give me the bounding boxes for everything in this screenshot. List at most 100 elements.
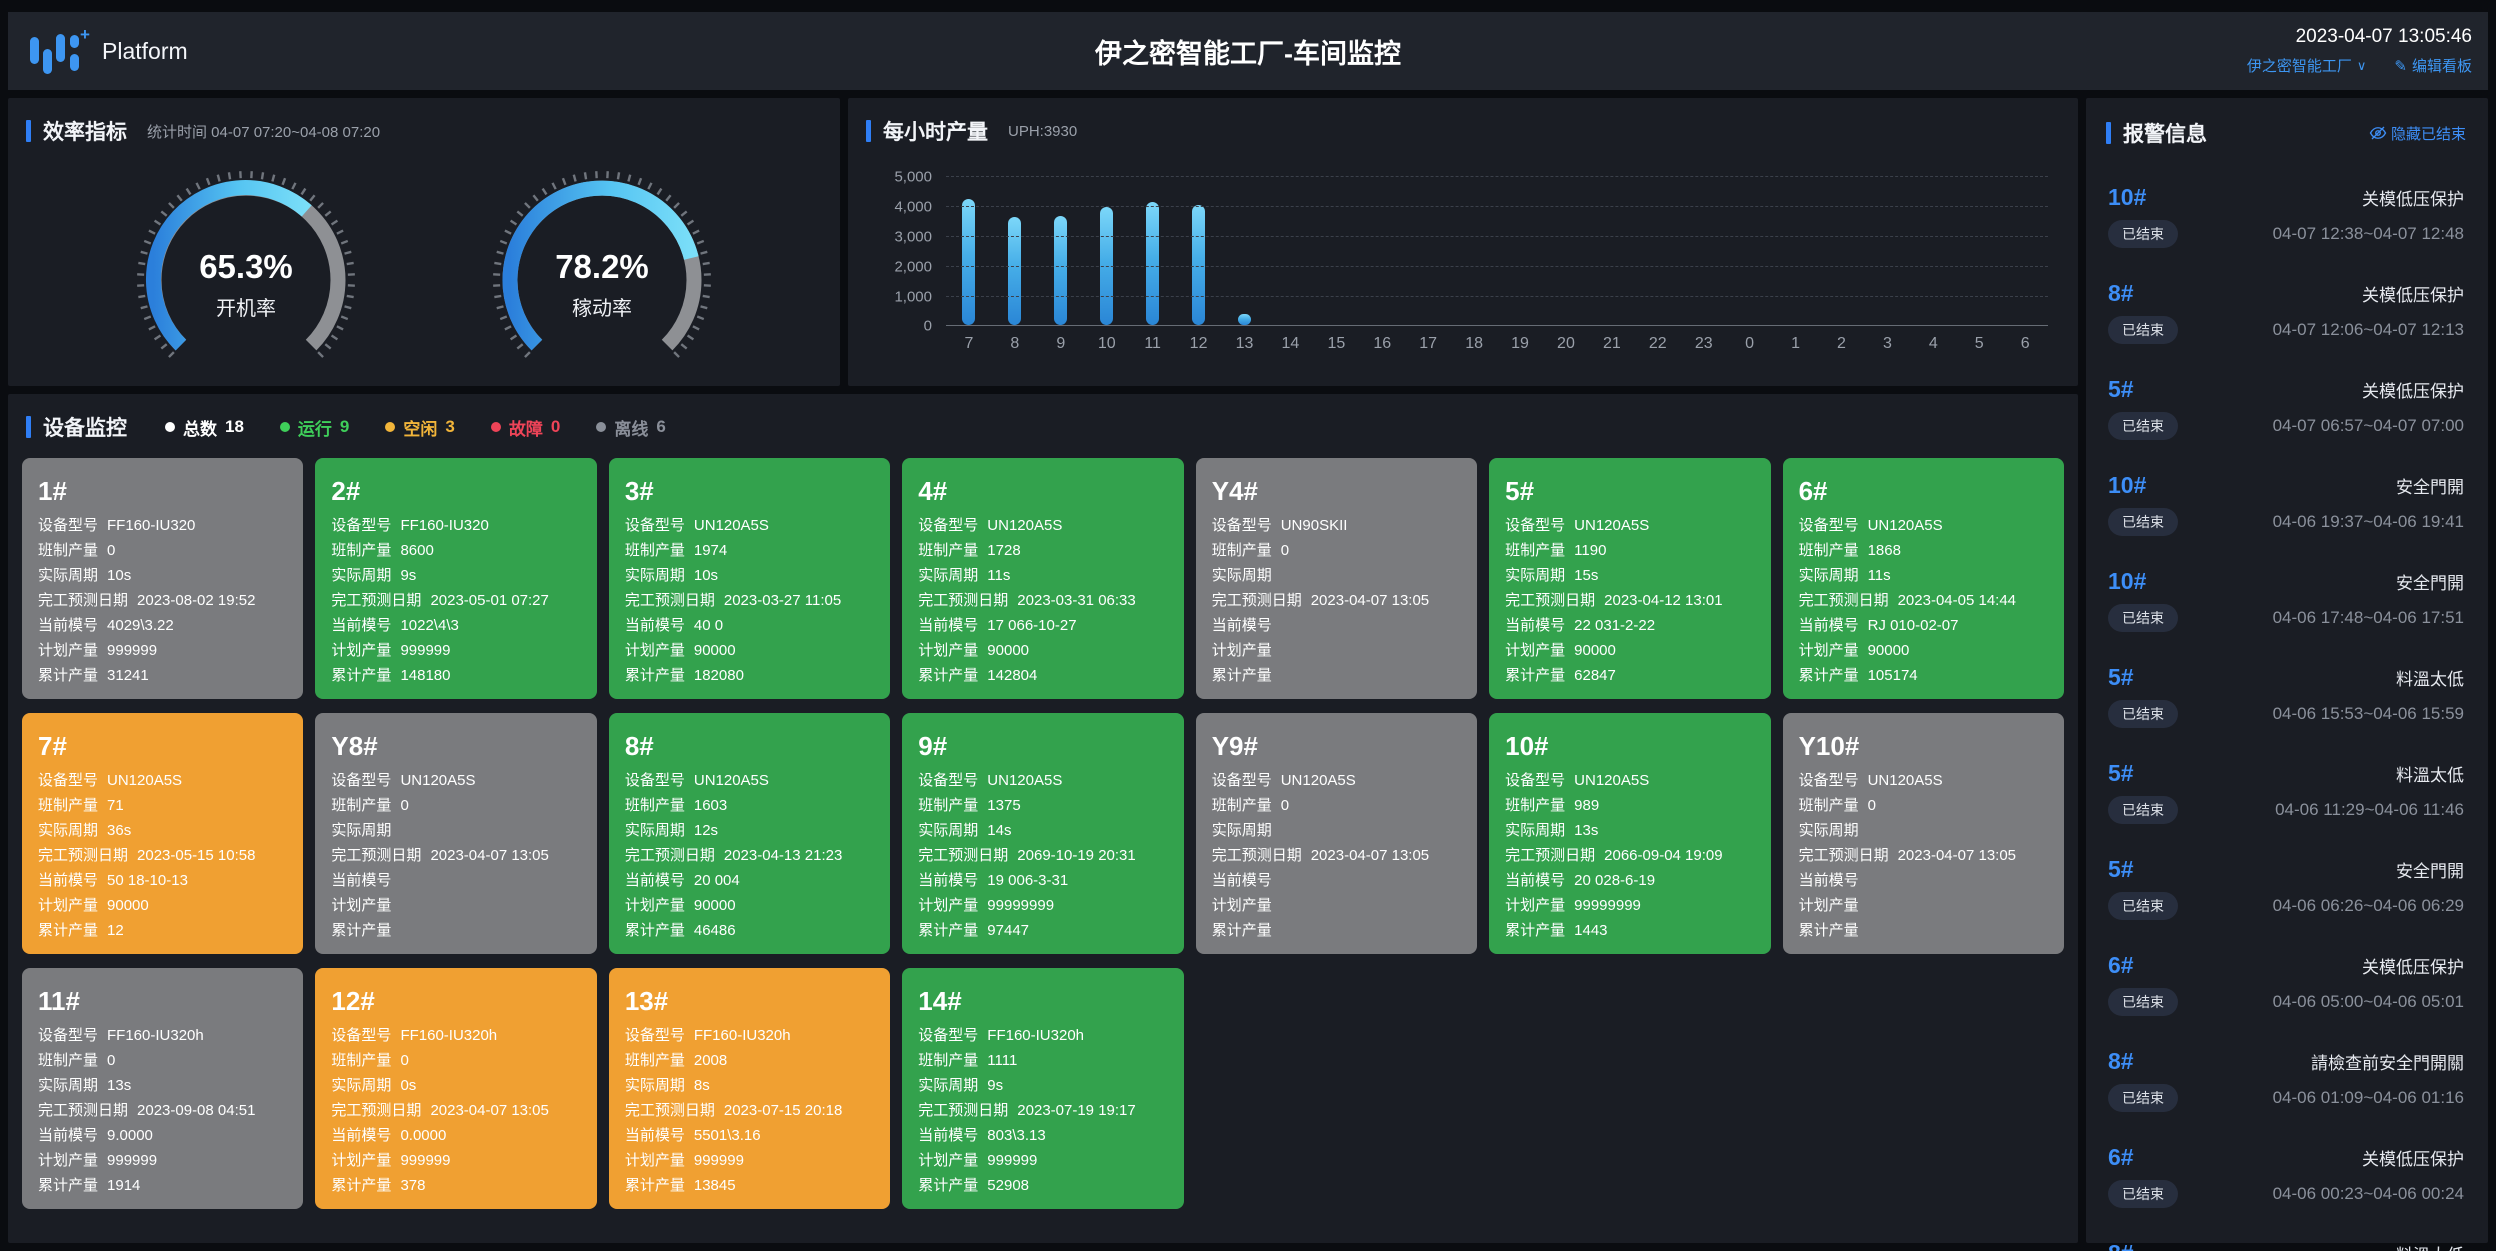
device-card[interactable]: 9# 设备型号UN120A5S 班制产量1375 实际周期14s 完工预测日期2… xyxy=(902,713,1183,954)
field-label: 完工预测日期 xyxy=(918,1098,1008,1123)
legend-count: 9 xyxy=(340,417,349,437)
legend-label: 运行 xyxy=(298,415,332,440)
field-label: 计划产量 xyxy=(1212,893,1272,918)
field-label: 完工预测日期 xyxy=(1799,843,1889,868)
device-card[interactable]: 3# 设备型号UN120A5S 班制产量1974 实际周期10s 完工预测日期2… xyxy=(609,458,890,699)
field-label: 实际周期 xyxy=(625,1073,685,1098)
device-card[interactable]: Y9# 设备型号UN120A5S 班制产量0 实际周期 完工预测日期2023-0… xyxy=(1196,713,1477,954)
hide-ended-toggle[interactable]: 隐藏已结束 xyxy=(2369,123,2466,144)
y-axis-tick: 3,000 xyxy=(864,229,932,246)
field-value-forecast-date: 2023-04-12 13:01 xyxy=(1604,588,1722,613)
card-row: 完工预测日期2023-04-13 21:23 xyxy=(625,843,874,868)
device-status-legend-item: 故障 0 xyxy=(491,415,560,440)
alarm-row-bottom: 已结束 04-06 19:37~04-06 19:41 xyxy=(2108,508,2464,536)
device-card[interactable]: 11# 设备型号FF160-IU320h 班制产量0 实际周期13s 完工预测日… xyxy=(22,968,303,1209)
card-row: 实际周期13s xyxy=(1505,818,1754,843)
x-axis-tick: 1 xyxy=(1773,335,1819,353)
efficiency-panel: 效率指标 统计时间 04-07 07:20~04-08 07:20 65.3% … xyxy=(8,98,840,386)
bar-column xyxy=(1222,314,1268,325)
hourly-output-chart: 5,0004,0003,0002,0001,0000 7891011121314… xyxy=(946,176,2048,353)
card-row: 班制产量1603 xyxy=(625,793,874,818)
device-card[interactable]: 10# 设备型号UN120A5S 班制产量989 实际周期13s 完工预测日期2… xyxy=(1489,713,1770,954)
alarm-device-number: 5# xyxy=(2108,760,2134,787)
device-card[interactable]: 8# 设备型号UN120A5S 班制产量1603 实际周期12s 完工预测日期2… xyxy=(609,713,890,954)
factory-selector[interactable]: 伊之密智能工厂 xyxy=(2247,55,2367,76)
y-axis-tick: 4,000 xyxy=(864,199,932,216)
card-row: 设备型号UN120A5S xyxy=(1799,768,2048,793)
field-label: 班制产量 xyxy=(331,1048,391,1073)
field-value-cycle: 10s xyxy=(694,563,718,588)
hourly-output-title: 每小时产量 xyxy=(883,116,988,146)
device-card[interactable]: 2# 设备型号FF160-IU320 班制产量8600 实际周期9s 完工预测日… xyxy=(315,458,596,699)
field-value-total-output: 182080 xyxy=(694,663,744,688)
field-label: 设备型号 xyxy=(918,1023,978,1048)
field-value-forecast-date: 2023-05-01 07:27 xyxy=(430,588,548,613)
field-value-model: UN90SKII xyxy=(1281,513,1348,538)
card-row: 完工预测日期2023-08-02 19:52 xyxy=(38,588,287,613)
edit-board-button[interactable]: 编辑看板 xyxy=(2394,55,2472,76)
device-status-legend-item: 总数 18 xyxy=(165,415,244,440)
field-label: 累计产量 xyxy=(918,1173,978,1198)
device-card[interactable]: Y10# 设备型号UN120A5S 班制产量0 实际周期 完工预测日期2023-… xyxy=(1783,713,2064,954)
field-value-plan-output: 999999 xyxy=(400,638,450,663)
field-label: 设备型号 xyxy=(625,768,685,793)
card-row: 班制产量1868 xyxy=(1799,538,2048,563)
field-label: 班制产量 xyxy=(625,538,685,563)
card-row: 完工预测日期2066-09-04 19:09 xyxy=(1505,843,1754,868)
field-label: 实际周期 xyxy=(1505,563,1565,588)
alarm-row-top: 8# 料溫太低 xyxy=(2108,1240,2464,1251)
field-value-forecast-date: 2023-04-07 13:05 xyxy=(430,843,548,868)
field-label: 计划产量 xyxy=(38,638,98,663)
card-row: 完工预测日期2023-04-07 13:05 xyxy=(331,843,580,868)
field-label: 累计产量 xyxy=(1505,663,1565,688)
field-value-cycle: 36s xyxy=(107,818,131,843)
card-row: 完工预测日期2023-04-07 13:05 xyxy=(1799,843,2048,868)
device-card[interactable]: Y4# 设备型号UN90SKII 班制产量0 实际周期 完工预测日期2023-0… xyxy=(1196,458,1477,699)
device-card[interactable]: 6# 设备型号UN120A5S 班制产量1868 实际周期11s 完工预测日期2… xyxy=(1783,458,2064,699)
field-label: 班制产量 xyxy=(625,1048,685,1073)
ended-badge: 已结束 xyxy=(2108,604,2178,632)
efficiency-title: 效率指标 xyxy=(43,116,127,146)
card-row: 完工预测日期2023-07-15 20:18 xyxy=(625,1098,874,1123)
card-row: 设备型号UN120A5S xyxy=(38,768,287,793)
alarm-message: 請檢查前安全門開關 xyxy=(2311,1049,2464,1074)
device-card[interactable]: Y8# 设备型号UN120A5S 班制产量0 实际周期 完工预测日期2023-0… xyxy=(315,713,596,954)
field-value-mold: 5501\3.16 xyxy=(694,1123,761,1148)
field-label: 实际周期 xyxy=(1799,563,1859,588)
device-card-title: 4# xyxy=(918,476,1167,507)
alarm-device-number: 8# xyxy=(2108,1240,2134,1251)
card-row: 班制产量0 xyxy=(1799,793,2048,818)
device-card[interactable]: 13# 设备型号FF160-IU320h 班制产量2008 实际周期8s 完工预… xyxy=(609,968,890,1209)
device-card[interactable]: 14# 设备型号FF160-IU320h 班制产量1111 实际周期9s 完工预… xyxy=(902,968,1183,1209)
field-label: 设备型号 xyxy=(1505,513,1565,538)
card-row: 累计产量52908 xyxy=(918,1173,1167,1198)
card-row: 班制产量8600 xyxy=(331,538,580,563)
field-value-cycle: 10s xyxy=(107,563,131,588)
field-value-plan-output: 999999 xyxy=(107,1148,157,1173)
card-row: 完工预测日期2023-04-07 13:05 xyxy=(1212,588,1461,613)
device-monitor-header: 设备监控 总数 18 运行 9 空闲 3 故障 0 离线 6 xyxy=(8,394,2078,442)
card-row: 当前模号40 0 xyxy=(625,613,874,638)
card-row: 当前模号 xyxy=(1212,868,1461,893)
alarm-time-range: 04-06 15:53~04-06 15:59 xyxy=(2273,704,2464,724)
field-value-model: UN120A5S xyxy=(1574,513,1649,538)
field-value-total-output: 105174 xyxy=(1868,663,1918,688)
section-accent-bar xyxy=(866,120,871,142)
field-value-plan-output: 999999 xyxy=(694,1148,744,1173)
x-axis-tick: 12 xyxy=(1176,335,1222,353)
device-card[interactable]: 5# 设备型号UN120A5S 班制产量1190 实际周期15s 完工预测日期2… xyxy=(1489,458,1770,699)
bar-column xyxy=(946,199,992,325)
field-value-model: UN120A5S xyxy=(987,513,1062,538)
device-card[interactable]: 1# 设备型号FF160-IU320 班制产量0 实际周期10s 完工预测日期2… xyxy=(22,458,303,699)
device-card[interactable]: 7# 设备型号UN120A5S 班制产量71 实际周期36s 完工预测日期202… xyxy=(22,713,303,954)
card-row: 当前模号803\3.13 xyxy=(918,1123,1167,1148)
card-row: 完工预测日期2023-07-19 19:17 xyxy=(918,1098,1167,1123)
device-cards: 1# 设备型号FF160-IU320 班制产量0 实际周期10s 完工预测日期2… xyxy=(8,442,2078,1225)
card-row: 累计产量148180 xyxy=(331,663,580,688)
card-row: 计划产量 xyxy=(1212,893,1461,918)
device-card-title: 12# xyxy=(331,986,580,1017)
device-card[interactable]: 4# 设备型号UN120A5S 班制产量1728 实际周期11s 完工预测日期2… xyxy=(902,458,1183,699)
field-value-shift-output: 0 xyxy=(1281,538,1289,563)
device-card[interactable]: 12# 设备型号FF160-IU320h 班制产量0 实际周期0s 完工预测日期… xyxy=(315,968,596,1209)
factory-selector-label: 伊之密智能工厂 xyxy=(2247,55,2352,76)
